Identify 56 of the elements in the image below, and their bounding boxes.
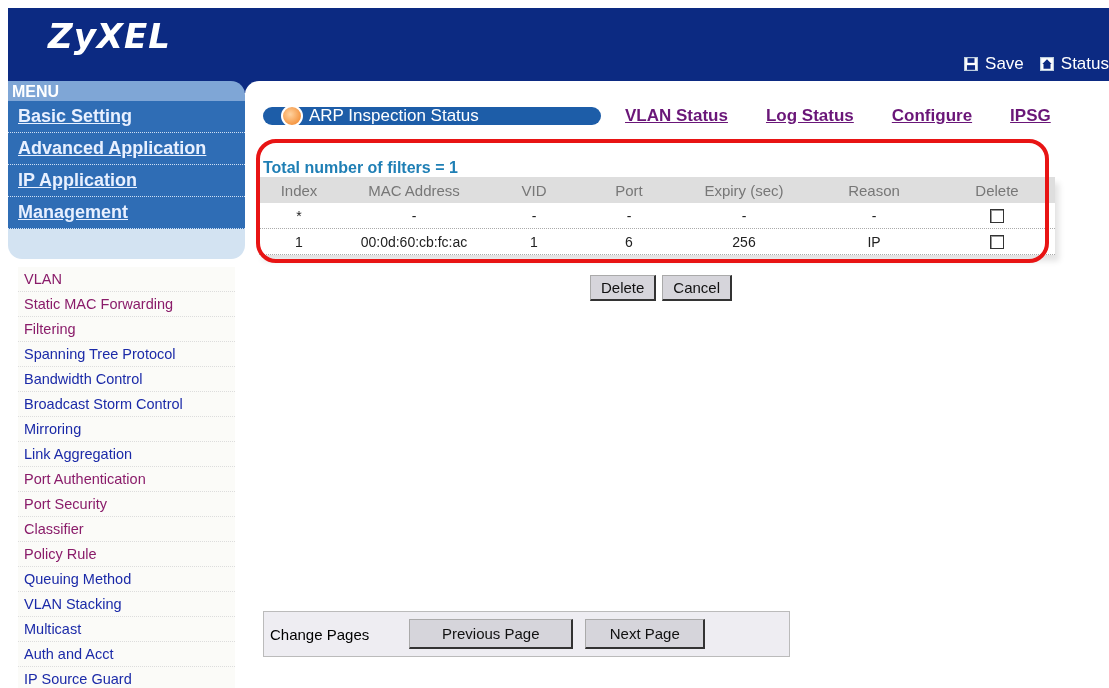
table-cell-text: * bbox=[295, 207, 303, 224]
orb-icon bbox=[281, 105, 303, 127]
tab[interactable]: VLAN Status bbox=[625, 106, 728, 126]
table-cell-text: IP bbox=[866, 233, 882, 250]
table-cell-text: - bbox=[625, 207, 633, 224]
filter-count: Total number of filters = 1 bbox=[263, 159, 459, 177]
submenu-link[interactable]: Policy Rule bbox=[18, 542, 235, 567]
page-button[interactable]: Previous Page bbox=[409, 619, 574, 649]
table-cell-text: - bbox=[410, 207, 418, 224]
submenu-link[interactable]: Filtering bbox=[18, 317, 235, 342]
floppy-icon bbox=[964, 57, 979, 71]
submenu-link[interactable]: Classifier bbox=[18, 517, 235, 542]
column-header: Index bbox=[279, 181, 319, 199]
table-cell-text: 256 bbox=[731, 233, 757, 250]
submenu-link[interactable]: Mirroring bbox=[18, 417, 235, 442]
column-header: Reason bbox=[847, 181, 901, 199]
submenu-link[interactable]: VLAN bbox=[18, 267, 235, 292]
menu-title: MENU bbox=[8, 81, 245, 101]
submenu-link[interactable]: VLAN Stacking bbox=[18, 592, 235, 617]
pager-label: Change Pages bbox=[270, 625, 370, 643]
action-button[interactable]: Cancel bbox=[662, 275, 733, 301]
submenu-link[interactable]: Bandwidth Control bbox=[18, 367, 235, 392]
tab[interactable]: ARP Inspection Status bbox=[263, 107, 601, 125]
action-button[interactable]: Delete bbox=[589, 275, 657, 301]
delete-checkbox[interactable] bbox=[990, 234, 1004, 249]
delete-checkbox[interactable] bbox=[990, 208, 1004, 223]
column-header: Expiry (sec) bbox=[703, 181, 785, 199]
tab[interactable]: Configure bbox=[891, 106, 973, 126]
column-header: MAC Address bbox=[367, 181, 461, 199]
table-cell-text: 1 bbox=[529, 233, 539, 250]
submenu-link[interactable]: Broadcast Storm Control bbox=[18, 392, 235, 417]
tab[interactable]: Log Status bbox=[765, 106, 854, 126]
page-button[interactable]: Next Page bbox=[585, 619, 706, 649]
submenu-link[interactable]: Port Authentication bbox=[18, 467, 235, 492]
logo: ZyXEL bbox=[48, 16, 171, 56]
column-header: Delete bbox=[974, 181, 1020, 199]
table-cell-text: - bbox=[870, 207, 878, 224]
submenu-link[interactable]: Static MAC Forwarding bbox=[18, 292, 235, 317]
submenu-link[interactable]: Auth and Acct bbox=[18, 642, 235, 667]
house-icon bbox=[1039, 57, 1054, 71]
submenu-link[interactable]: Spanning Tree Protocol bbox=[18, 342, 235, 367]
table-cell-text: - bbox=[530, 207, 538, 224]
header-link[interactable]: Save bbox=[964, 54, 1024, 74]
table-cell-text: 1 bbox=[294, 233, 304, 250]
submenu-link[interactable]: Link Aggregation bbox=[18, 442, 235, 467]
submenu-link[interactable]: IP Source Guard bbox=[18, 667, 235, 688]
tab[interactable]: IPSG bbox=[1010, 106, 1051, 126]
table-cell-text: - bbox=[740, 207, 748, 224]
submenu-link[interactable]: Port Security bbox=[18, 492, 235, 517]
submenu-link[interactable]: Queuing Method bbox=[18, 567, 235, 592]
header-link[interactable]: Status bbox=[1039, 54, 1109, 74]
table-cell-text: 6 bbox=[624, 233, 634, 250]
column-header: VID bbox=[520, 181, 548, 199]
table-cell-text: 00:0d:60:cb:fc:ac bbox=[359, 233, 469, 250]
submenu-link[interactable]: Multicast bbox=[18, 617, 235, 642]
column-header: Port bbox=[614, 181, 644, 199]
